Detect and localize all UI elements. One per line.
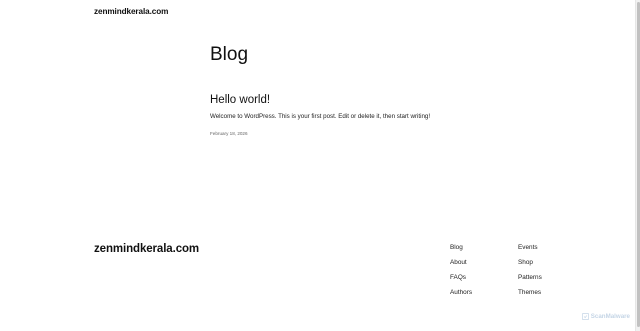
footer-link-events[interactable]: Events xyxy=(518,243,542,258)
footer-link-faqs[interactable]: FAQs xyxy=(450,273,472,288)
footer-nav-column-1: Blog About FAQs Authors xyxy=(450,243,472,303)
vertical-scrollbar[interactable] xyxy=(635,0,640,331)
page-title: Blog xyxy=(210,44,249,65)
footer-nav-column-2: Events Shop Patterns Themes xyxy=(518,243,542,303)
footer-link-authors[interactable]: Authors xyxy=(450,288,472,303)
scanmalware-watermark: ScanMalware xyxy=(581,313,630,320)
watermark-text: ScanMalware xyxy=(590,313,630,320)
scanmalware-logo-icon xyxy=(581,313,589,320)
page: zenmindkerala.com Blog Hello world! Welc… xyxy=(0,0,640,331)
footer-link-shop[interactable]: Shop xyxy=(518,258,542,273)
footer-site-title-link[interactable]: zenmindkerala.com xyxy=(94,243,199,255)
post-title-link[interactable]: Hello world! xyxy=(210,94,270,106)
footer-link-blog[interactable]: Blog xyxy=(450,243,472,258)
footer-link-patterns[interactable]: Patterns xyxy=(518,273,542,288)
footer-link-themes[interactable]: Themes xyxy=(518,288,542,303)
footer-link-about[interactable]: About xyxy=(450,258,472,273)
post-excerpt: Welcome to WordPress. This is your first… xyxy=(210,113,431,120)
site-title-link[interactable]: zenmindkerala.com xyxy=(94,7,168,16)
post-date[interactable]: February 18, 2026 xyxy=(210,131,248,136)
